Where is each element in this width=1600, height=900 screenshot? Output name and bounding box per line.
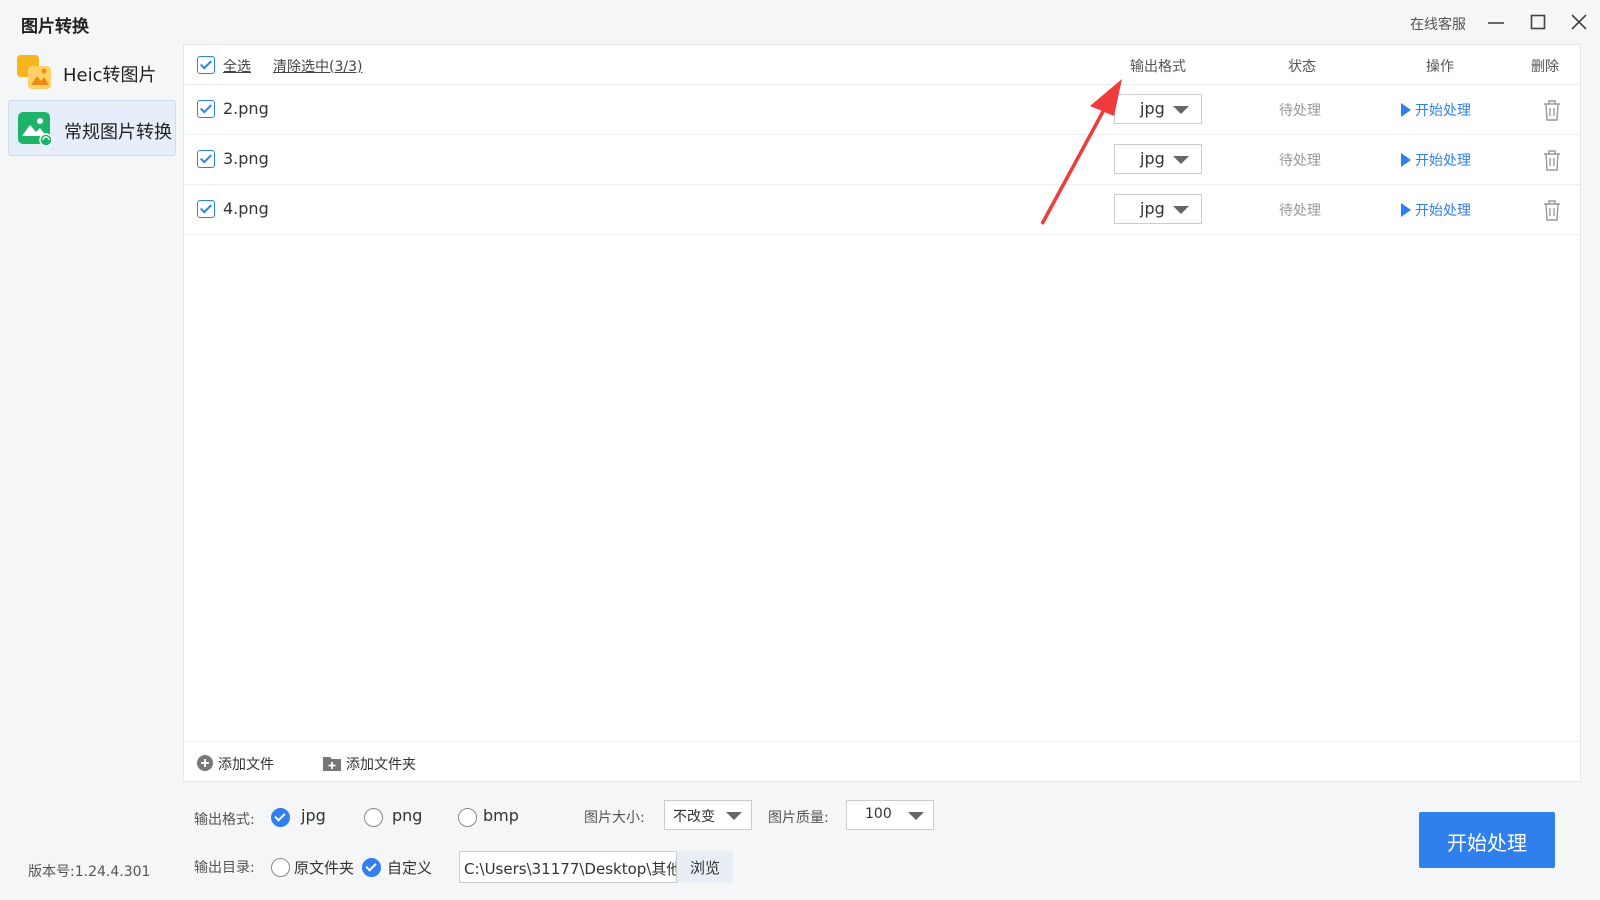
chevron-down-icon xyxy=(908,812,924,820)
row-checkbox[interactable] xyxy=(197,200,215,218)
title-bar: 图片转换 在线客服 xyxy=(0,0,1600,44)
column-header-status: 状态 xyxy=(1288,59,1316,75)
chevron-down-icon xyxy=(1173,106,1189,114)
play-icon xyxy=(1401,203,1411,217)
select-all-link[interactable]: 全选 xyxy=(223,56,251,76)
image-size-value: 不改变 xyxy=(673,809,715,825)
image-size-label: 图片大小: xyxy=(584,810,645,826)
column-header-delete: 删除 xyxy=(1531,59,1559,75)
file-name: 2.png xyxy=(223,99,269,118)
image-quality-label: 图片质量: xyxy=(768,810,829,826)
format-select-value: jpg xyxy=(1140,99,1165,118)
online-support-link[interactable]: 在线客服 xyxy=(1410,14,1466,34)
chevron-down-icon xyxy=(726,812,742,820)
add-folder-label: 添加文件夹 xyxy=(346,757,416,773)
row-checkbox[interactable] xyxy=(197,150,215,168)
action-label: 开始处理 xyxy=(1415,153,1471,169)
trash-icon[interactable] xyxy=(1542,99,1562,121)
dir-radio-label: 原文件夹 xyxy=(294,859,355,877)
play-icon xyxy=(1401,103,1411,117)
play-icon xyxy=(1401,153,1411,167)
add-file-button[interactable]: 添加文件 xyxy=(196,754,274,774)
format-radio-png[interactable] xyxy=(364,808,383,827)
image-quality-select[interactable]: 100 xyxy=(846,800,934,830)
table-row: 4.png jpg 待处理 开始处理 xyxy=(184,185,1580,235)
maximize-icon[interactable] xyxy=(1526,10,1550,34)
version-label: 版本号:1.24.4.301 xyxy=(28,864,151,880)
format-radio-label: png xyxy=(392,806,423,825)
action-label: 开始处理 xyxy=(1415,103,1471,119)
sidebar-item-label: 常规图片转换 xyxy=(64,122,172,143)
output-path-input[interactable]: C:\Users\31177\Desktop\其他 xyxy=(459,851,677,883)
app-title: 图片转换 xyxy=(21,17,89,37)
dir-radio-original[interactable] xyxy=(271,858,290,877)
action-label: 开始处理 xyxy=(1415,203,1471,219)
dir-radio-label: 自定义 xyxy=(387,859,433,877)
column-header-action: 操作 xyxy=(1426,59,1454,75)
sidebar-item-image-convert[interactable]: 常规图片转换 xyxy=(8,100,176,156)
dir-radio-custom[interactable] xyxy=(362,858,381,877)
format-radio-bmp[interactable] xyxy=(458,808,477,827)
format-radio-label: jpg xyxy=(301,806,326,825)
select-all-checkbox[interactable] xyxy=(197,56,215,74)
chevron-down-icon xyxy=(1173,156,1189,164)
trash-icon[interactable] xyxy=(1542,199,1562,221)
start-process-link[interactable]: 开始处理 xyxy=(1401,100,1471,120)
sidebar: Heic转图片 常规图片转换 xyxy=(0,44,180,900)
image-quality-value: 100 xyxy=(865,806,892,822)
start-process-link[interactable]: 开始处理 xyxy=(1401,150,1471,170)
status-text: 待处理 xyxy=(1279,103,1321,119)
column-header-format: 输出格式 xyxy=(1130,59,1186,75)
status-text: 待处理 xyxy=(1279,203,1321,219)
annotation-arrow-icon xyxy=(1040,79,1122,225)
browse-button[interactable]: 浏览 xyxy=(677,851,733,883)
table-row: 2.png jpg 待处理 开始处理 xyxy=(184,85,1580,135)
table-row: 3.png jpg 待处理 开始处理 xyxy=(184,135,1580,185)
plus-circle-icon xyxy=(197,755,213,771)
sidebar-item-heic[interactable]: Heic转图片 xyxy=(8,44,176,100)
file-name: 3.png xyxy=(223,149,269,168)
folder-plus-icon xyxy=(323,757,341,771)
format-radio-jpg[interactable] xyxy=(271,808,290,827)
clear-selected-link[interactable]: 清除选中(3/3) xyxy=(273,56,362,76)
format-radio-label: bmp xyxy=(483,806,519,825)
image-convert-icon xyxy=(18,112,53,147)
add-toolbar: 添加文件 添加文件夹 xyxy=(184,741,1580,783)
format-select-value: jpg xyxy=(1140,199,1165,218)
list-header: 全选 清除选中(3/3) 输出格式 状态 操作 删除 xyxy=(184,45,1580,85)
image-size-select[interactable]: 不改变 xyxy=(664,800,752,830)
start-process-button[interactable]: 开始处理 xyxy=(1419,812,1555,868)
row-checkbox[interactable] xyxy=(197,100,215,118)
add-file-label: 添加文件 xyxy=(218,757,274,773)
file-list-panel: 全选 清除选中(3/3) 输出格式 状态 操作 删除 2.png jpg 待处理… xyxy=(183,44,1581,782)
start-process-link[interactable]: 开始处理 xyxy=(1401,200,1471,220)
status-text: 待处理 xyxy=(1279,153,1321,169)
add-folder-button[interactable]: 添加文件夹 xyxy=(322,754,416,774)
trash-icon[interactable] xyxy=(1542,149,1562,171)
chevron-down-icon xyxy=(1173,206,1189,214)
close-icon[interactable] xyxy=(1567,10,1591,34)
format-select-value: jpg xyxy=(1140,149,1165,168)
output-format-label: 输出格式: xyxy=(194,812,255,828)
heic-image-icon xyxy=(17,55,51,89)
sidebar-item-label: Heic转图片 xyxy=(63,65,157,86)
output-dir-label: 输出目录: xyxy=(194,860,255,876)
minimize-icon[interactable] xyxy=(1484,10,1508,34)
file-name: 4.png xyxy=(223,199,269,218)
